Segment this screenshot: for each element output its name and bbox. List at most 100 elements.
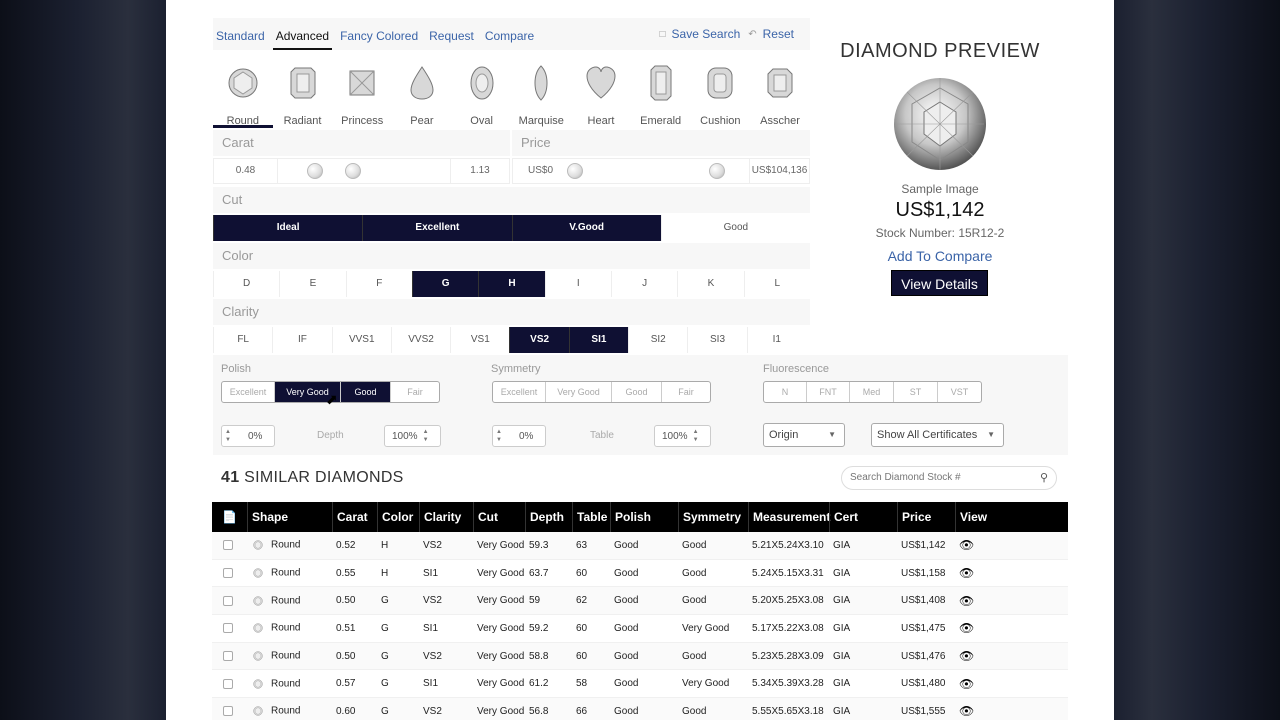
column-header-cert[interactable]: Cert — [829, 502, 897, 532]
column-header-view[interactable]: View — [955, 502, 993, 532]
table-max-stepper[interactable]: 100% ▲ ▼ — [654, 425, 711, 447]
color-option-e[interactable]: E — [279, 271, 346, 297]
column-header-measurement[interactable]: Measurement — [748, 502, 830, 532]
eye-icon[interactable]: 👁 — [955, 649, 993, 663]
shape-marquise[interactable]: Marquise — [511, 60, 571, 128]
cut-option-vgood[interactable]: V.Good — [511, 215, 661, 241]
clarity-option-si3[interactable]: SI3 — [687, 327, 747, 353]
clarity-option-if[interactable]: IF — [272, 327, 332, 353]
row-checkbox[interactable] — [223, 595, 233, 606]
origin-select[interactable]: Origin ▼ — [763, 423, 845, 447]
row-checkbox[interactable] — [223, 651, 233, 662]
column-header-color[interactable]: Color — [377, 502, 419, 532]
tab-compare[interactable]: Compare — [482, 18, 537, 50]
reset-button[interactable]: ↶ Reset — [748, 27, 794, 41]
tab-request[interactable]: Request — [426, 18, 477, 50]
carat-max[interactable]: 1.13 — [450, 159, 509, 183]
table-row[interactable]: Round 0.52 H VS2 Very Good 59.3 63 Good Good 5.21… — [212, 532, 1068, 560]
price-max[interactable]: US$104,136 — [749, 159, 809, 183]
shape-oval[interactable]: Oval — [452, 60, 512, 128]
color-option-l[interactable]: L — [743, 271, 810, 297]
fluorescence-option-n[interactable]: N — [764, 382, 807, 402]
color-option-j[interactable]: J — [610, 271, 678, 297]
clarity-option-vvs2[interactable]: VVS2 — [390, 327, 451, 353]
column-header-symmetry[interactable]: Symmetry — [678, 502, 748, 532]
shape-asscher[interactable]: Asscher — [750, 60, 810, 128]
cut-option-ideal[interactable]: Ideal — [213, 215, 363, 241]
table-row[interactable]: Round 0.60 G VS2 Very Good 56.8 66 Good Good 5.55… — [212, 698, 1068, 720]
shape-radiant[interactable]: Radiant — [273, 60, 333, 128]
stock-search-input[interactable]: Search Diamond Stock # ⚲ — [841, 466, 1057, 490]
symmetry-option-fair[interactable]: Fair — [662, 382, 710, 402]
polish-option-excellent[interactable]: Excellent — [222, 382, 275, 402]
save-search-button[interactable]: □ Save Search — [659, 27, 740, 41]
search-icon[interactable]: ⚲ — [1040, 467, 1048, 489]
price-min-handle[interactable] — [567, 163, 583, 179]
column-header-clarity[interactable]: Clarity — [419, 502, 473, 532]
column-header-carat[interactable]: Carat — [332, 502, 377, 532]
table-row[interactable]: Round 0.50 G VS2 Very Good 58.8 60 Good Good 5.23… — [212, 642, 1068, 671]
tab-standard[interactable]: Standard — [213, 18, 268, 50]
table-row[interactable]: Round 0.51 G SI1 Very Good 59.2 60 Good Very Goo… — [212, 615, 1068, 643]
clarity-option-vs1[interactable]: VS1 — [450, 327, 510, 353]
color-option-h[interactable]: H — [478, 271, 545, 297]
clarity-option-i1[interactable]: I1 — [746, 327, 806, 353]
depth-min-stepper[interactable]: ▲ ▼ 0% — [221, 425, 275, 447]
certificate-select[interactable]: Show All Certificates ▼ — [871, 423, 1004, 447]
eye-icon[interactable]: 👁 — [955, 704, 993, 718]
price-min[interactable]: US$0 — [513, 159, 568, 183]
symmetry-option-very-good[interactable]: Very Good — [546, 382, 612, 402]
stepper-arrows-icon[interactable]: ▲ ▼ — [690, 428, 702, 444]
shape-cushion[interactable]: Cushion — [691, 60, 751, 128]
clarity-option-vs2[interactable]: VS2 — [509, 327, 569, 353]
column-header-table[interactable]: Table — [572, 502, 610, 532]
polish-option-good[interactable]: Good — [341, 382, 391, 402]
carat-min-handle[interactable] — [307, 163, 323, 179]
symmetry-option-good[interactable]: Good — [612, 382, 662, 402]
shape-pear[interactable]: Pear — [392, 60, 452, 128]
depth-max-stepper[interactable]: 100% ▲ ▼ — [384, 425, 441, 447]
eye-icon[interactable]: 👁 — [955, 594, 993, 608]
cut-option-good[interactable]: Good — [660, 215, 810, 241]
add-to-compare-link[interactable]: Add To Compare — [839, 248, 1041, 264]
color-option-d[interactable]: D — [213, 271, 280, 297]
polish-option-fair[interactable]: Fair — [391, 382, 439, 402]
cut-option-excellent[interactable]: Excellent — [362, 215, 512, 241]
column-header-cut[interactable]: Cut — [473, 502, 525, 532]
price-slider[interactable]: US$0 US$104,136 — [512, 158, 810, 184]
tab-advanced[interactable]: Advanced — [272, 18, 333, 50]
shape-round[interactable]: Round — [213, 60, 273, 128]
shape-emerald[interactable]: Emerald — [631, 60, 691, 128]
row-checkbox[interactable] — [223, 678, 233, 689]
fluorescence-option-vst[interactable]: VST — [938, 382, 981, 402]
fluorescence-option-st[interactable]: ST — [894, 382, 938, 402]
view-details-button[interactable]: View Details — [891, 270, 988, 296]
column-header-polish[interactable]: Polish — [610, 502, 678, 532]
color-option-k[interactable]: K — [677, 271, 744, 297]
column-header-price[interactable]: Price — [897, 502, 955, 532]
symmetry-option-excellent[interactable]: Excellent — [493, 382, 546, 402]
eye-icon[interactable]: 👁 — [955, 538, 993, 552]
shape-princess[interactable]: Princess — [332, 60, 392, 128]
stepper-arrows-icon[interactable]: ▲ ▼ — [420, 428, 432, 444]
clarity-option-si2[interactable]: SI2 — [628, 327, 688, 353]
color-option-g[interactable]: G — [411, 271, 479, 297]
stepper-arrows-icon[interactable]: ▲ ▼ — [493, 428, 505, 444]
eye-icon[interactable]: 👁 — [955, 621, 993, 635]
color-option-i[interactable]: I — [544, 271, 611, 297]
stepper-arrows-icon[interactable]: ▲ ▼ — [222, 428, 234, 444]
fluorescence-option-fnt[interactable]: FNT — [807, 382, 850, 402]
carat-max-handle[interactable] — [345, 163, 361, 179]
eye-icon[interactable]: 👁 — [955, 566, 993, 580]
carat-min[interactable]: 0.48 — [214, 159, 278, 183]
column-header-shape[interactable]: Shape — [247, 502, 332, 532]
price-max-handle[interactable] — [709, 163, 725, 179]
column-header-depth[interactable]: Depth — [525, 502, 572, 532]
shape-heart[interactable]: Heart — [571, 60, 631, 128]
eye-icon[interactable]: 👁 — [955, 677, 993, 691]
fluorescence-option-med[interactable]: Med — [850, 382, 894, 402]
table-row[interactable]: Round 0.57 G SI1 Very Good 61.2 58 Good Very Goo… — [212, 670, 1068, 699]
table-min-stepper[interactable]: ▲ ▼ 0% — [492, 425, 546, 447]
row-checkbox[interactable] — [223, 623, 233, 634]
row-checkbox[interactable] — [223, 706, 233, 717]
